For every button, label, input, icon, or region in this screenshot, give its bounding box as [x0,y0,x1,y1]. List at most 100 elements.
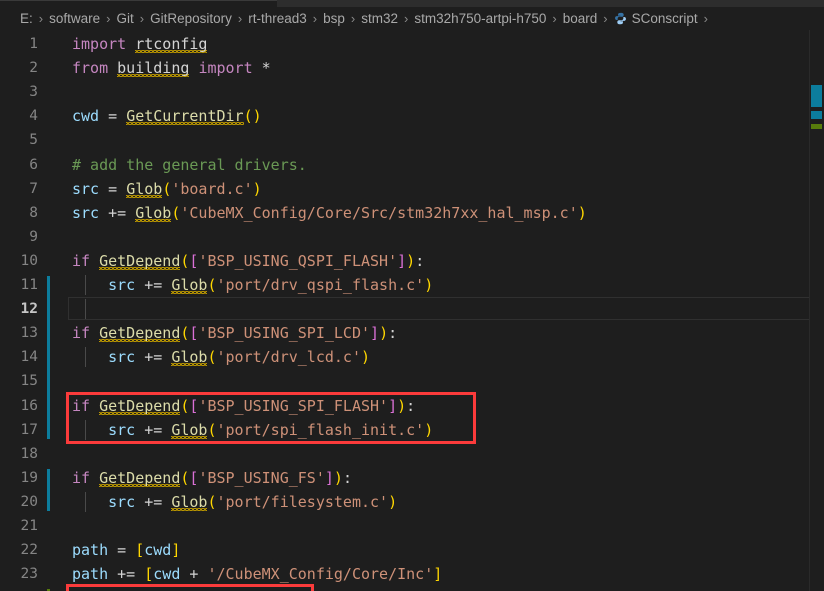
code-line-1[interactable]: 1 import rtconfig [0,32,824,56]
token: ( [207,420,217,439]
code-line-16[interactable]: 16 if GetDepend(['BSP_USING_SPI_FLASH']): [0,394,824,418]
code-text: if GetDepend(['BSP_USING_SPI_FLASH']): [72,394,415,418]
token: ) [577,203,587,222]
code-text: import rtconfig [72,32,208,56]
code-text: path += [cwd + '/port'] [72,586,280,591]
breadcrumb-item-e-[interactable]: E: [20,11,33,26]
breadcrumb-item-stm32[interactable]: stm32 [361,11,398,26]
token: ) [252,179,262,198]
token: src [72,179,100,198]
code-line-3[interactable]: 3 [0,80,824,104]
token: path [72,565,109,584]
breadcrumb-separator: › [350,11,356,26]
code-text: src += Glob('CubeMX_Config/Core/Src/stm3… [72,201,587,225]
code-line-8[interactable]: 8 src += Glob('CubeMX_Config/Core/Src/stm… [0,201,824,225]
line-number: 23 [20,566,38,583]
indent-guide [85,299,86,320]
token: 'port/drv_qspi_flash.c' [216,276,425,294]
code-line-5[interactable]: 5 [0,128,824,152]
tab-active-top-border [0,0,277,1]
code-line-12[interactable]: 12 [0,297,824,321]
token: Glob [126,179,163,201]
breadcrumb-item-label: GitRepository [150,11,232,26]
code-line-11[interactable]: 11 src += Glob('port/drv_qspi_flash.c') [0,273,824,297]
token: ) [361,348,371,367]
code-line-9[interactable]: 9 [0,225,824,249]
code-line-15[interactable]: 15 [0,369,824,393]
code-line-20[interactable]: 20 src += Glob('port/filesystem.c') [0,490,824,514]
code-line-6[interactable]: 6 # add the general drivers. [0,153,824,177]
breadcrumb-item-label: SConscript [631,11,698,26]
token: ) [388,492,398,511]
code-line-13[interactable]: 13 if GetDepend(['BSP_USING_SPI_LCD']): [0,321,824,345]
breadcrumb-item-git[interactable]: Git [116,11,133,26]
breadcrumb-item-rt-thread3[interactable]: rt-thread3 [248,11,307,26]
token: import [198,59,253,78]
breadcrumb-item-board[interactable]: board [563,11,598,26]
token: src [108,348,136,367]
code-text: src = Glob('board.c') [72,177,262,201]
line-number: 9 [29,228,38,245]
breadcrumb-item-label: stm32h750-artpi-h750 [414,11,547,26]
code-line-19[interactable]: 19 if GetDepend(['BSP_USING_FS']): [0,466,824,490]
code-line-21[interactable]: 21 [0,514,824,538]
code-line-2[interactable]: 2 from building import * [0,56,824,80]
token: ) [333,468,343,487]
token: import [72,35,127,53]
token: if [72,396,91,415]
breadcrumb-item-bsp[interactable]: bsp [323,11,345,26]
code-line-7[interactable]: 7 src = Glob('board.c') [0,177,824,201]
breadcrumb[interactable]: E: › software › Git › GitRepository › rt-thread3… [0,7,824,30]
code-editor[interactable]: 1 import rtconfig 2 from building import * 3… [0,30,824,591]
tab-strip-background [277,0,824,7]
tab-sconscript-active[interactable] [0,0,277,7]
line-number: 2 [29,60,38,77]
code-line-10[interactable]: 10 if GetDepend(['BSP_USING_QSPI_FLASH'])… [0,249,824,273]
token: GetDepend [99,324,181,345]
token: rtconfig [135,35,208,56]
code-line-17[interactable]: 17 src += Glob('port/spi_flash_init.c') [0,418,824,442]
token: ] [433,565,443,584]
token: : [388,324,398,343]
line-number: 16 [20,397,38,414]
vscode-editor-window: E: › software › Git › GitRepository › rt-thread3… [0,0,824,591]
token: '/CubeMX_Config/Core/Inc' [207,565,434,584]
breadcrumb-item-stm32h750-artpi-h750[interactable]: stm32h750-artpi-h750 [414,11,546,26]
breadcrumb-item-label: rt-thread3 [248,11,307,26]
overview-mark-added [811,124,822,129]
current-line-highlight [68,297,812,321]
token: 'BSP_USING_SPI_FLASH' [198,396,389,415]
code-line-24[interactable]: 24 path += [cwd + '/port'] [0,586,824,591]
token: += [144,492,163,511]
code-line-23[interactable]: 23 path += [cwd + '/CubeMX_Config/Core/In… [0,562,824,586]
code-line-14[interactable]: 14 src += Glob('port/drv_lcd.c') [0,345,824,369]
code-text: src += Glob('port/filesystem.c') [72,490,397,514]
code-line-22[interactable]: 22 path = [cwd] [0,538,824,562]
breadcrumb-item-software[interactable]: software [49,11,100,26]
breadcrumb-item-sconscript[interactable]: SConscript [614,11,698,26]
token: ) [424,420,434,439]
code-line-4[interactable]: 4 cwd = GetCurrentDir() [0,104,824,128]
token: [ [144,565,154,584]
code-line-18[interactable]: 18 [0,442,824,466]
line-number: 10 [20,252,38,269]
overview-ruler[interactable] [810,30,824,591]
code-text: cwd = GetCurrentDir() [72,104,262,128]
code-text: # add the general drivers. [72,153,307,177]
token: ) [406,251,416,270]
breadcrumb-item-label: E: [20,11,33,26]
breadcrumb-item-gitrepository[interactable]: GitRepository [150,11,232,26]
line-number: 18 [20,445,38,462]
token: ) [379,324,389,343]
token: ] [324,468,334,487]
